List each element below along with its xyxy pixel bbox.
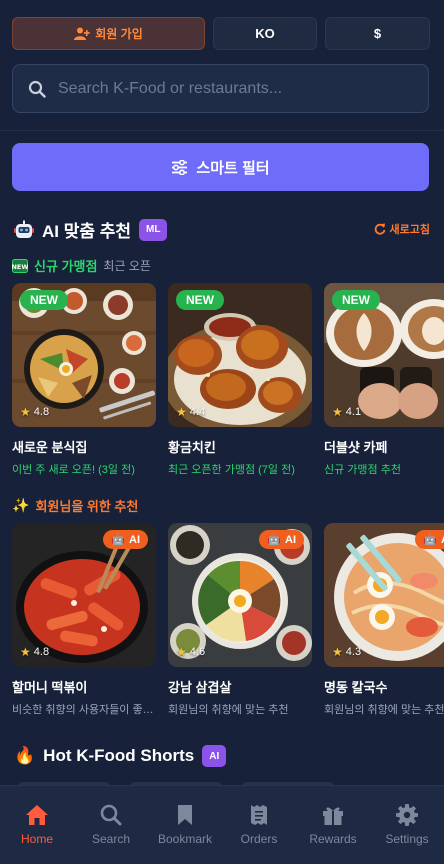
member-picks-header: ✨ 회원님을 위한 추천 (12, 496, 138, 515)
rating: ★ 4.6 (176, 645, 206, 659)
gear-icon (396, 804, 418, 826)
new-stores-header: NEW 신규 가맹점 최근 오픈 (12, 256, 151, 275)
sliders-icon (172, 159, 188, 175)
gift-icon (323, 807, 343, 825)
receipt-icon (251, 805, 267, 825)
restaurant-note: 이번 주 새로 오픈! (3일 전) (12, 464, 135, 476)
restaurant-name: 더블샷 카페 (324, 440, 388, 455)
ai-badge: 🤖AI (259, 530, 304, 549)
restaurant-card[interactable]: 🤖AI ★4.8 할머니 떡볶이 비슷한 취향의 사용자들이 좋아해요 (12, 523, 156, 717)
new-icon: NEW (12, 258, 28, 273)
currency-button[interactable]: $ (325, 17, 430, 50)
restaurant-note: 비슷한 취향의 사용자들이 좋아해요 (12, 704, 156, 716)
signup-label: 회원 가입 (95, 27, 143, 41)
bottom-nav: Home Search Bookmark Orders Rewards Sett… (0, 785, 444, 864)
star-icon: ★ (176, 645, 187, 659)
new-stores-title: 신규 가맹점 (34, 259, 98, 274)
star-icon: ★ (20, 405, 31, 419)
restaurant-name: 할머니 떡볶이 (12, 680, 88, 695)
ai-badge: AI (202, 745, 227, 767)
restaurant-note: 회원님의 취향에 맞는 추천 (168, 704, 289, 716)
rating: ★ 4.4 (176, 405, 206, 419)
restaurant-card[interactable]: 🤖 AI ★ 4.6 강남 삼겹살 회원님의 취향에 맞는 추천 (168, 523, 312, 717)
food-image: NEW ★ 4.1 (324, 283, 444, 427)
nav-label: Rewards (309, 832, 357, 846)
nav-bookmark[interactable]: Bookmark (148, 804, 222, 846)
restaurant-card[interactable]: NEW ★ 4.4 황금치킨 최근 오픈한 가맹점 (7일 전) (168, 283, 312, 477)
bookmark-icon (178, 805, 192, 825)
robot-icon: 🤖 (267, 534, 281, 546)
search-bar[interactable]: Search K-Food or restaurants... (12, 64, 429, 113)
ai-badge: 🤖AI (103, 530, 148, 549)
nav-orders[interactable]: Orders (222, 804, 296, 846)
new-stores-subtitle: 최근 오픈 (103, 259, 151, 273)
restaurant-name: 황금치킨 (168, 440, 216, 455)
nav-label: Bookmark (157, 832, 213, 846)
restaurant-card[interactable]: NEW ★ 4.8 새로운 분식집 이번 주 새로 오픈! (3일 전) (12, 283, 156, 477)
restaurant-card[interactable]: 🤖AI ★4.3 명동 칼국수 회원님의 취향에 맞는 추천 (324, 523, 444, 717)
nav-label: Search (91, 832, 131, 846)
food-image: 🤖AI ★4.3 (324, 523, 444, 667)
restaurant-card[interactable]: NEW ★ 4.1 더블샷 카페 신규 가맹점 추천 (324, 283, 444, 477)
sparkle-icon: ✨ (12, 497, 30, 513)
nav-label: Settings (385, 832, 429, 846)
robot-icon: 🤖 (111, 534, 125, 546)
search-icon (100, 804, 122, 826)
new-badge: NEW (20, 290, 68, 310)
language-button[interactable]: KO (213, 17, 317, 50)
svg-text:NEW: NEW (12, 263, 28, 271)
smart-filter-label: 스마트 필터 (196, 159, 270, 177)
shorts-section-header: 🔥 Hot K-Food Shorts AI (14, 745, 227, 767)
restaurant-name: 강남 삼겹살 (168, 680, 232, 695)
new-badge: NEW (176, 290, 224, 310)
rating: ★ 4.3 (332, 645, 362, 659)
rating: ★ 4.8 (20, 405, 50, 419)
restaurant-note: 신규 가맹점 추천 (324, 464, 401, 476)
member-picks-carousel: 🤖AI ★4.8 할머니 떡볶이 비슷한 취향의 사용자들이 좋아해요 (12, 523, 444, 717)
robot-icon: 🤖 (423, 534, 437, 546)
nav-settings[interactable]: Settings (370, 804, 444, 846)
header-divider (0, 130, 444, 131)
star-icon: ★ (176, 405, 187, 419)
food-image: 🤖 AI ★ 4.8 (12, 523, 156, 667)
rating: ★ 4.8 (20, 645, 50, 659)
restaurant-name: 명동 칼국수 (324, 680, 388, 695)
robot-icon (14, 220, 34, 238)
top-bar: 회원 가입 KO $ (12, 17, 430, 51)
ml-badge: ML (139, 218, 168, 241)
search-icon (28, 80, 46, 98)
ai-section-title: AI 맞춤 추천 (42, 222, 132, 241)
refresh-icon (374, 223, 385, 235)
nav-label: Orders (240, 832, 278, 846)
shorts-section-title: Hot K-Food Shorts (43, 746, 195, 765)
refresh-label: 새로고침 (389, 224, 430, 236)
food-image: NEW ★ 4.4 (168, 283, 312, 427)
star-icon: ★ (332, 405, 343, 419)
user-plus-icon (74, 27, 91, 40)
signup-button[interactable]: 회원 가입 (12, 17, 205, 50)
restaurant-name: 새로운 분식집 (12, 440, 88, 455)
nav-home[interactable]: Home (0, 804, 74, 846)
restaurant-note: 최근 오픈한 가맹점 (7일 전) (168, 464, 295, 476)
star-icon: ★ (332, 645, 343, 659)
food-image: 🤖 AI ★ 4.6 (168, 523, 312, 667)
fire-icon: 🔥 (14, 746, 36, 765)
refresh-button[interactable]: 새로고침 (374, 221, 430, 237)
restaurant-note: 회원님의 취향에 맞는 추천 (324, 704, 444, 716)
nav-rewards[interactable]: Rewards (296, 804, 370, 846)
home-icon (26, 805, 48, 825)
nav-label: Home (20, 832, 53, 846)
star-icon: ★ (20, 645, 31, 659)
ai-section-header: AI 맞춤 추천 ML (14, 217, 168, 242)
new-badge: NEW (332, 290, 380, 310)
member-picks-title: 회원님을 위한 추천 (35, 499, 139, 514)
nav-search[interactable]: Search (74, 804, 148, 846)
food-image: NEW ★ 4.8 (12, 283, 156, 427)
ai-badge: 🤖AI (415, 530, 444, 549)
rating: ★ 4.1 (332, 405, 362, 419)
search-input[interactable]: Search K-Food or restaurants... (58, 80, 282, 98)
new-stores-carousel: NEW ★ 4.8 새로운 분식집 이번 주 새로 오픈! (3일 전) NEW… (12, 283, 444, 477)
smart-filter-button[interactable]: 스마트 필터 (12, 143, 429, 191)
